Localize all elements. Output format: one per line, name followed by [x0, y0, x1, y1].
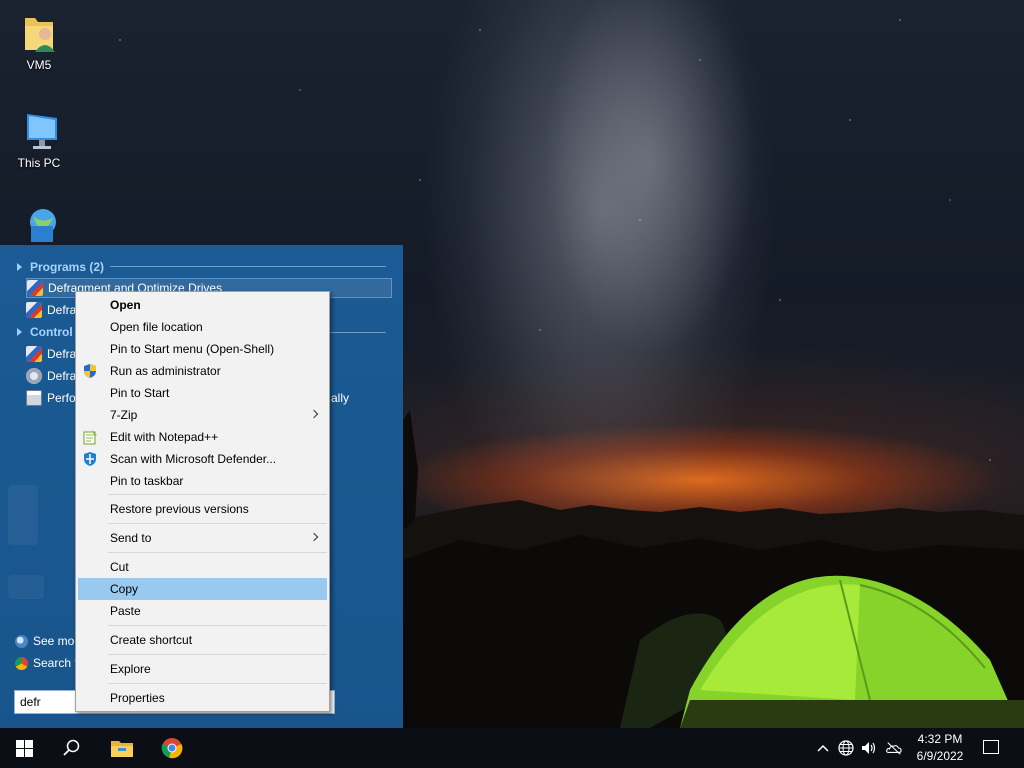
onedrive-icon[interactable]	[886, 740, 902, 756]
system-clock[interactable]: 4:32 PM 6/9/2022	[910, 731, 970, 765]
menu-item-pin-start-open-shell[interactable]: Pin to Start menu (Open-Shell)	[78, 338, 327, 360]
menu-item-properties[interactable]: Properties	[78, 687, 327, 709]
control-panel-section-header[interactable]: Control	[17, 323, 73, 341]
desktop-icon-this-pc[interactable]: This PC	[4, 110, 74, 170]
desktop-icon-label: This PC	[17, 156, 61, 170]
chrome-icon	[161, 738, 183, 759]
volume-icon[interactable]	[861, 740, 877, 756]
menu-item-7zip[interactable]: 7-Zip	[78, 404, 327, 426]
menu-item-pin-to-start[interactable]: Pin to Start	[78, 382, 327, 404]
expand-triangle-icon	[17, 263, 22, 271]
menu-item-pin-to-taskbar[interactable]: Pin to taskbar	[78, 470, 327, 492]
submenu-arrow-icon	[309, 409, 319, 419]
desktop-icon-label: VM5	[26, 58, 52, 72]
defrag-icon	[27, 280, 43, 296]
magnifier-icon	[15, 634, 28, 648]
defender-shield-icon	[82, 451, 98, 467]
menu-item-paste[interactable]: Paste	[78, 600, 327, 622]
menu-separator	[108, 523, 327, 524]
defrag-icon	[26, 302, 42, 318]
taskbar: 4:32 PM 6/9/2022	[0, 728, 1024, 768]
notepad-plus-plus-icon	[82, 429, 98, 445]
clock-date: 6/9/2022	[916, 749, 964, 763]
see-more-results-link[interactable]: See mor	[15, 634, 78, 648]
network-globe-icon	[17, 206, 61, 250]
start-search-input[interactable]	[20, 695, 80, 709]
blurred-background-item	[8, 485, 38, 545]
taskbar-search-button[interactable]	[48, 728, 96, 768]
defrag-icon	[26, 346, 42, 362]
menu-item-cut[interactable]: Cut	[78, 556, 327, 578]
menu-separator	[108, 683, 327, 684]
submenu-arrow-icon	[309, 532, 319, 542]
start-button[interactable]	[0, 728, 48, 768]
control-item-trailing-text: ally	[331, 391, 350, 405]
windows-start-icon	[15, 739, 33, 757]
menu-item-scan-defender[interactable]: Scan with Microsoft Defender...	[78, 448, 327, 470]
control-item-defrag-1[interactable]: Defra	[26, 344, 76, 364]
menu-item-open[interactable]: Open	[78, 294, 327, 316]
expand-triangle-icon	[17, 328, 22, 336]
programs-section-header[interactable]: Programs (2)	[17, 258, 104, 276]
uac-shield-icon	[82, 363, 98, 379]
action-center-icon[interactable]	[983, 740, 999, 754]
menu-separator	[108, 494, 327, 495]
menu-item-open-file-location[interactable]: Open file location	[78, 316, 327, 338]
desktop-icon-vm5[interactable]: VM5	[4, 12, 74, 72]
clock-time: 4:32 PM	[917, 732, 963, 746]
computer-icon	[17, 110, 61, 154]
menu-separator	[108, 625, 327, 626]
program-item-defrag-2[interactable]: Defra	[26, 300, 76, 320]
search-icon	[63, 739, 80, 756]
taskbar-file-explorer[interactable]	[98, 728, 146, 768]
menu-item-edit-notepad-plus-plus[interactable]: Edit with Notepad++	[78, 426, 327, 448]
performance-icon	[26, 390, 42, 406]
menu-item-run-as-administrator[interactable]: Run as administrator	[78, 360, 327, 382]
menu-item-copy[interactable]: Copy	[78, 578, 327, 600]
menu-item-create-shortcut[interactable]: Create shortcut	[78, 629, 327, 651]
menu-separator	[108, 552, 327, 553]
context-menu: Open Open file location Pin to Start men…	[75, 291, 330, 712]
chrome-icon	[15, 656, 28, 670]
gear-icon	[26, 368, 42, 384]
network-icon[interactable]	[838, 740, 854, 756]
user-folder-icon	[17, 12, 61, 56]
menu-separator	[108, 654, 327, 655]
menu-item-restore-previous-versions[interactable]: Restore previous versions	[78, 498, 327, 520]
menu-item-send-to[interactable]: Send to	[78, 527, 327, 549]
blurred-background-item	[8, 575, 44, 599]
file-explorer-icon	[111, 741, 133, 757]
search-web-link[interactable]: Search t	[15, 656, 78, 670]
taskbar-chrome[interactable]	[148, 728, 196, 768]
chevron-up-icon[interactable]	[815, 740, 831, 756]
control-item-defrag-2[interactable]: Defra	[26, 366, 76, 386]
menu-item-explore[interactable]: Explore	[78, 658, 327, 680]
control-item-performance[interactable]: Perfo	[26, 388, 76, 408]
